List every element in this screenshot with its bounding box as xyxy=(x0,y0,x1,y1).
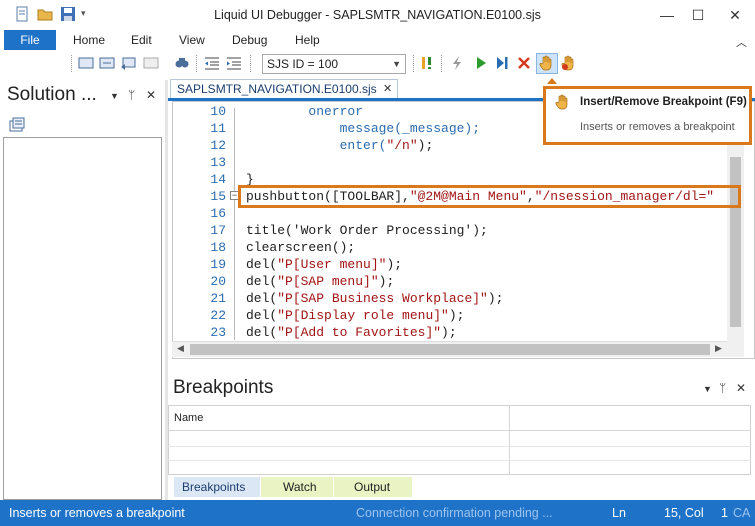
tooltip-title: Insert/Remove Breakpoint (F9) xyxy=(580,96,747,108)
scroll-right-icon[interactable]: ▶ xyxy=(715,343,722,354)
code-line[interactable]: onerror xyxy=(246,104,363,119)
minimize-button[interactable]: — xyxy=(652,4,682,26)
code-line[interactable]: title('Work Order Processing'); xyxy=(246,223,488,238)
sjs-id-value: SJS ID = 100 xyxy=(267,57,339,71)
toolbar-separator xyxy=(250,55,251,72)
code-line[interactable]: del("P[User menu]"); xyxy=(246,257,402,272)
line-number[interactable]: 14 xyxy=(186,172,226,187)
breakpoint-condition-icon[interactable] xyxy=(420,55,436,71)
window-split-icon[interactable] xyxy=(99,55,115,71)
line-label: Ln xyxy=(612,506,626,520)
menu-home[interactable]: Home xyxy=(73,33,105,47)
lightning-icon xyxy=(453,56,461,70)
column-divider[interactable] xyxy=(509,405,510,475)
panel-dropdown-icon[interactable]: ▼ xyxy=(110,91,119,101)
line-number[interactable]: 20 xyxy=(186,274,226,289)
line-number[interactable]: 15 xyxy=(186,189,226,204)
menu-debug[interactable]: Debug xyxy=(232,33,267,47)
toolbar-separator xyxy=(71,55,72,72)
menu-edit[interactable]: Edit xyxy=(131,33,152,47)
close-window-button[interactable]: ✕ xyxy=(720,4,750,26)
menu-help[interactable]: Help xyxy=(295,33,320,47)
line-number[interactable]: 23 xyxy=(186,325,226,340)
clear-breakpoints-icon[interactable] xyxy=(561,55,577,71)
toolbar-separator xyxy=(413,55,414,72)
find-icon[interactable] xyxy=(174,55,190,71)
toolbar-separator xyxy=(196,55,197,72)
tab-label: SAPLSMTR_NAVIGATION.E0100.sjs xyxy=(177,82,377,96)
indent-icon[interactable] xyxy=(226,55,242,71)
maximize-button[interactable]: ☐ xyxy=(683,4,713,26)
table-row xyxy=(168,460,751,461)
line-number[interactable]: 13 xyxy=(186,155,226,170)
chevron-down-icon: ▼ xyxy=(392,59,401,69)
code-line[interactable]: del("P[SAP menu]"); xyxy=(246,274,394,289)
column-header-name[interactable]: Name xyxy=(174,412,203,424)
fold-gutter xyxy=(234,108,235,340)
tooltip-description: Inserts or removes a breakpoint xyxy=(580,121,735,133)
status-message: Inserts or removes a breakpoint xyxy=(9,506,185,520)
scroll-left-icon[interactable]: ◀ xyxy=(177,343,184,354)
solution-panel-title: Solution ... xyxy=(7,84,97,105)
tab-output[interactable]: Output xyxy=(334,477,412,497)
code-line[interactable]: message(_message); xyxy=(246,121,480,136)
breakpoint-hand-icon[interactable] xyxy=(539,55,555,71)
panel-close-button[interactable]: ✕ xyxy=(146,88,156,102)
line-number[interactable]: 18 xyxy=(186,240,226,255)
window-title: Liquid UI Debugger - SAPLSMTR_NAVIGATION… xyxy=(214,8,541,22)
menu-bar xyxy=(0,30,755,52)
tab-watch[interactable]: Watch xyxy=(261,477,333,497)
toolbar-separator xyxy=(441,55,442,72)
menu-view[interactable]: View xyxy=(179,33,205,47)
panel-close-button[interactable]: ✕ xyxy=(736,381,746,395)
stop-debug-icon[interactable] xyxy=(516,55,532,71)
window-back-icon[interactable] xyxy=(120,55,136,71)
code-line[interactable]: enter("/n"); xyxy=(246,138,434,153)
tab-breakpoints[interactable]: Breakpoints xyxy=(174,477,260,497)
breakpoints-table-header xyxy=(168,405,751,431)
breakpoint-hand-icon xyxy=(555,94,568,110)
code-line[interactable]: del("P[SAP Business Workplace]"); xyxy=(246,291,503,306)
window-icon[interactable] xyxy=(78,55,94,71)
line-number[interactable]: 11 xyxy=(186,121,226,136)
file-menu-button[interactable]: File xyxy=(4,30,56,50)
tab-close-button[interactable]: ✕ xyxy=(383,82,392,95)
tooltip-arrow xyxy=(547,78,557,84)
solution-explorer-tree[interactable] xyxy=(3,137,162,500)
line-number[interactable]: 17 xyxy=(186,223,226,238)
horizontal-scroll-thumb[interactable] xyxy=(190,344,710,355)
run-icon[interactable] xyxy=(473,55,489,71)
connection-status: Connection confirmation pending ... xyxy=(356,506,553,520)
line-number[interactable]: 22 xyxy=(186,308,226,323)
code-line[interactable]: del("P[Add to Favorites]"); xyxy=(246,325,457,340)
breakpoints-panel-title: Breakpoints xyxy=(173,377,274,398)
panel-dropdown-icon[interactable]: ▼ xyxy=(703,384,712,394)
cursor-position: 15, Col 1 xyxy=(664,506,728,520)
code-line[interactable]: clearscreen(); xyxy=(246,240,355,255)
outdent-icon[interactable] xyxy=(204,55,220,71)
pin-icon[interactable]: ᛘ xyxy=(128,88,135,102)
window-disabled-icon xyxy=(143,57,159,69)
step-icon[interactable] xyxy=(494,55,510,71)
line-highlight-box xyxy=(238,185,741,208)
line-number[interactable]: 12 xyxy=(186,138,226,153)
table-row xyxy=(168,446,751,447)
code-line[interactable]: del("P[Display role menu]"); xyxy=(246,308,464,323)
line-number[interactable]: 19 xyxy=(186,257,226,272)
solution-properties-icon[interactable] xyxy=(9,117,25,133)
line-number[interactable]: 10 xyxy=(186,104,226,119)
pin-icon[interactable]: ᛘ xyxy=(719,381,726,395)
sjs-id-select[interactable]: SJS ID = 100 ▼ xyxy=(262,54,406,74)
status-mode: CA xyxy=(733,506,751,520)
line-number[interactable]: 16 xyxy=(186,206,226,221)
line-number[interactable]: 21 xyxy=(186,291,226,306)
vertical-scroll-thumb[interactable] xyxy=(730,157,741,327)
ribbon-collapse-icon[interactable]: ︿ xyxy=(736,34,747,50)
tooltip xyxy=(543,86,752,145)
